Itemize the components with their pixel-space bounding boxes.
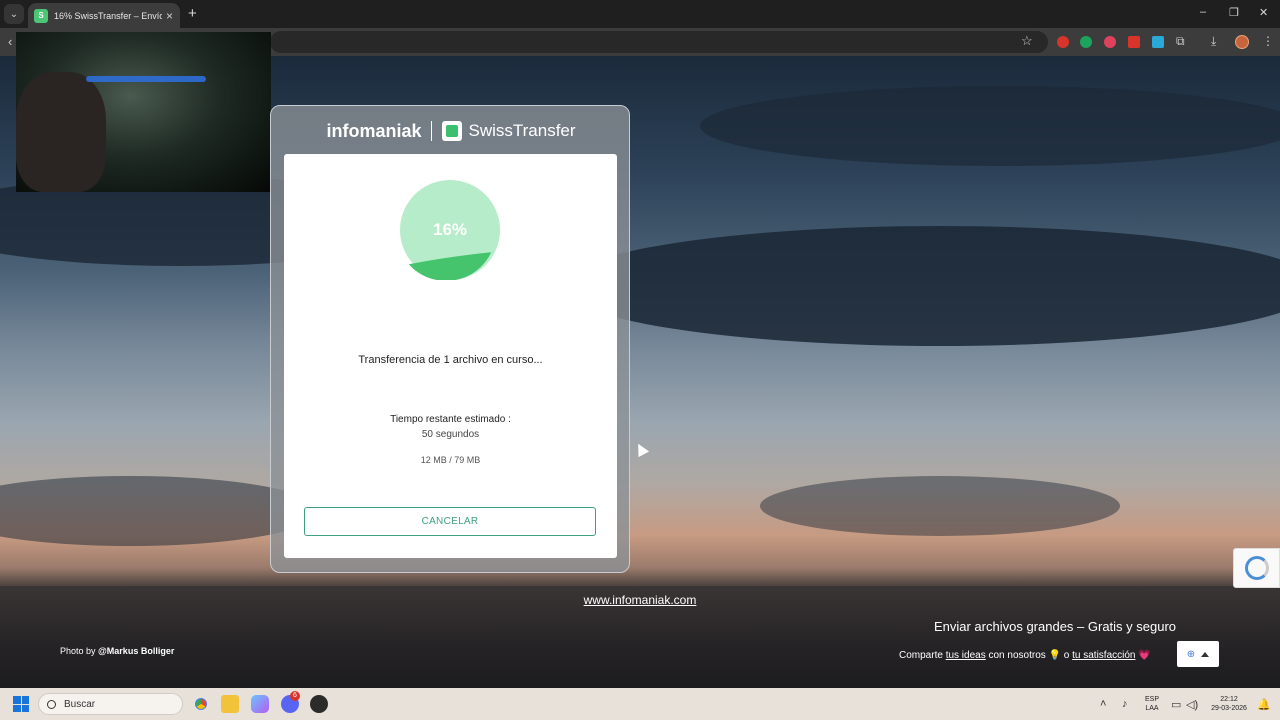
taskbar-search-label: Buscar: [64, 698, 96, 710]
search-icon: [47, 699, 56, 709]
input-language[interactable]: ESP LAA: [1142, 695, 1162, 713]
cloud-shape: [560, 226, 1280, 346]
progress-percent-label: 16%: [432, 220, 468, 239]
tagline: Enviar archivos grandes – Gratis y segur…: [933, 619, 1177, 634]
brand-divider: [431, 121, 433, 141]
app-taskbar-icon[interactable]: [310, 695, 328, 713]
satisfaction-link[interactable]: tu satisfacción: [1072, 650, 1135, 661]
webcam-light-band: [86, 76, 206, 82]
tray-chevron-up-icon[interactable]: ˄: [1100, 698, 1106, 710]
discord-badge: 6: [290, 691, 300, 701]
grammarly-icon[interactable]: [1080, 36, 1092, 48]
eta-title: Tiempo restante estimado :: [390, 414, 511, 425]
tab-close-icon[interactable]: ×: [166, 9, 173, 23]
language-selector[interactable]: ⊕: [1177, 641, 1219, 667]
cloud-shape: [700, 86, 1280, 166]
menu-kebab-icon[interactable]: ⋮: [1262, 34, 1274, 48]
ideas-link[interactable]: tus ideas: [946, 650, 986, 661]
microphone-icon[interactable]: ♪: [1122, 698, 1128, 710]
size-progress: 12 MB / 79 MB: [420, 455, 481, 465]
taskbar-search[interactable]: Buscar: [38, 693, 183, 715]
minimize-button[interactable]: –: [1200, 6, 1206, 18]
translate-icon[interactable]: [1152, 36, 1164, 48]
extensions-puzzle-icon[interactable]: ⧉: [1176, 34, 1185, 49]
swisstransfer-wordmark: SwissTransfer: [468, 121, 576, 140]
address-bar[interactable]: [270, 31, 1048, 53]
extension-red-icon[interactable]: [1057, 36, 1069, 48]
transfer-status-text: Transferencia de 1 archivo en curso...: [358, 354, 543, 366]
webcam-overlay: [16, 32, 271, 192]
swisstransfer-favicon-icon: S: [34, 8, 48, 23]
cancel-button[interactable]: CANCELAR: [304, 507, 596, 536]
close-window-button[interactable]: ✕: [1259, 6, 1268, 19]
infomaniak-site-link[interactable]: www.infomaniak.com: [540, 593, 740, 607]
infomaniak-logo: infomaniak: [326, 120, 422, 141]
eta-value: 50 segundos: [421, 429, 480, 440]
brand-header: infomaniak SwissTransfer: [271, 116, 631, 146]
profile-avatar[interactable]: [1235, 35, 1249, 49]
browser-tabstrip: ⌄ S 16% SwissTransfer – Envío seguro × +…: [0, 0, 1280, 28]
transfer-modal: infomaniak SwissTransfer 16% Transferenc…: [270, 105, 630, 573]
share-middle: con nosotros 💡 o: [985, 650, 1073, 661]
lang-top: ESP: [1144, 696, 1159, 703]
back-arrow-icon[interactable]: ‹: [8, 34, 12, 49]
recaptcha-icon: [1244, 556, 1269, 580]
share-prefix: Comparte: [899, 650, 946, 661]
photo-credit-prefix: Photo by: [60, 646, 99, 656]
lang-bottom: LAA: [1145, 705, 1159, 712]
file-explorer-taskbar-icon[interactable]: [221, 695, 239, 713]
network-icon[interactable]: ▭: [1171, 698, 1181, 711]
bookmark-star-icon[interactable]: ☆: [1021, 33, 1033, 49]
webcam-person: [16, 72, 106, 192]
cloud-shape: [760, 476, 1120, 536]
clock[interactable]: 22:12 29-03-2026: [1205, 695, 1253, 713]
globe-icon: ⊕: [1186, 648, 1196, 660]
share-suffix: 💗: [1135, 650, 1151, 661]
copilot-taskbar-icon[interactable]: [251, 695, 269, 713]
swisstransfer-logo-icon: [442, 121, 463, 141]
notification-bell-icon[interactable]: 🔔: [1257, 698, 1271, 711]
tab-swisstransfer[interactable]: S 16% SwissTransfer – Envío seguro ×: [28, 3, 180, 28]
recaptcha-badge[interactable]: [1233, 548, 1280, 588]
chrome-taskbar-icon[interactable]: [192, 695, 210, 713]
windows-start-icon[interactable]: [13, 696, 29, 712]
new-tab-button[interactable]: +: [188, 5, 197, 22]
caret-up-icon: [1201, 651, 1210, 657]
clock-time: 22:12: [1220, 696, 1238, 703]
volume-icon[interactable]: ◁): [1186, 698, 1198, 711]
clock-date: 29-03-2026: [1211, 705, 1247, 712]
download-icon[interactable]: ⤓: [1211, 34, 1216, 49]
photo-credit: Photo by @Markus Bolliger: [60, 646, 174, 656]
tab-search-chevron-icon[interactable]: ⌄: [4, 4, 24, 24]
tab-title: 16% SwissTransfer – Envío seguro: [54, 10, 162, 21]
extension-tag-icon[interactable]: [1128, 36, 1140, 48]
windows-taskbar: Buscar 6 ˄ ♪ ESP LAA ▭ ◁) 22:12 29-03-20…: [0, 688, 1280, 720]
photo-author-link[interactable]: @Markus Bolliger: [98, 646, 174, 656]
feedback-line: Comparte tus ideas con nosotros 💡 o tu s…: [899, 650, 1151, 661]
restore-button[interactable]: ❐: [1229, 6, 1239, 19]
extension-pink-icon[interactable]: [1104, 36, 1116, 48]
transfer-card: 16% Transferencia de 1 archivo en curso.…: [284, 154, 617, 558]
